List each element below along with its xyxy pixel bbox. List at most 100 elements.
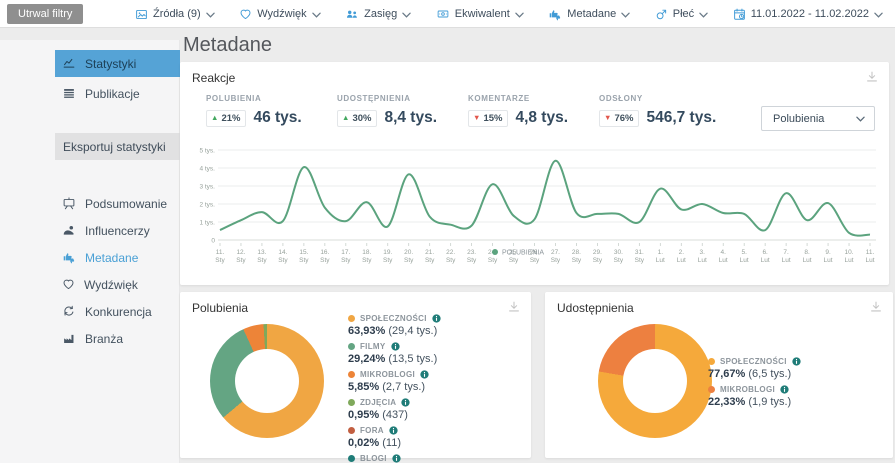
- info-icon[interactable]: [432, 314, 441, 323]
- info-icon[interactable]: [401, 398, 410, 407]
- legend-label: SPOŁECZNOŚCI: [720, 357, 787, 366]
- legend-item: SPOŁECZNOŚCI 77,67% (6,5 tys.): [708, 356, 801, 380]
- image-icon: [135, 8, 148, 21]
- svg-text:19.: 19.: [383, 249, 392, 256]
- filter-zrodla[interactable]: Źródła (9): [135, 8, 215, 21]
- filter-wydzwiek[interactable]: Wydźwięk: [239, 8, 320, 21]
- filter-daterange[interactable]: 11.01.2022 - 11.02.2022: [733, 8, 883, 21]
- metric-udostępnienia: UDOSTĘPNIENIA ▲ 30% 8,4 tys.: [337, 94, 468, 127]
- metric-value-row: ▼ 76% 546,7 tys.: [599, 109, 730, 127]
- legend-value: 63,93% (29,4 tys.): [348, 325, 441, 337]
- legend-percent: 77,67%: [708, 368, 745, 380]
- legend-color-dot: [708, 358, 715, 365]
- legend-percent: 29,24%: [348, 353, 385, 365]
- sidebar-item-influencerzy[interactable]: Influencerzy: [55, 217, 180, 244]
- sidebar-item-label: Influencerzy: [85, 224, 150, 238]
- svg-text:4.: 4.: [721, 249, 727, 256]
- filter-plec[interactable]: Płeć: [655, 8, 708, 21]
- svg-text:Lut: Lut: [656, 257, 665, 264]
- chevron-down-icon: [699, 12, 708, 18]
- svg-text:20.: 20.: [404, 249, 413, 256]
- legend-value: 29,24% (13,5 tys.): [348, 353, 441, 365]
- svg-text:7.: 7.: [783, 249, 789, 256]
- donut-hole: [235, 349, 299, 413]
- info-icon[interactable]: [389, 426, 398, 435]
- info-icon[interactable]: [392, 454, 401, 463]
- svg-text:27.: 27.: [551, 249, 560, 256]
- sidebar-item-konkurencja[interactable]: Konkurencja: [55, 298, 180, 325]
- chevron-down-icon: [312, 12, 321, 18]
- calendar-icon: [733, 8, 746, 21]
- legend-label: SPOŁECZNOŚCI: [360, 314, 427, 323]
- filter-label: Wydźwięk: [257, 8, 306, 20]
- sidebar-item-label: Wydźwięk: [84, 278, 138, 292]
- svg-text:Sty: Sty: [551, 257, 561, 264]
- svg-text:Sty: Sty: [383, 257, 393, 264]
- svg-text:Sty: Sty: [320, 257, 330, 264]
- shares-card: Udostępnienia SPOŁECZNOŚCI 77,67% (6,5 t…: [545, 292, 893, 458]
- metric-value-row: ▼ 15% 4,8 tys.: [468, 109, 599, 127]
- legend-label: BLOGI: [360, 454, 387, 463]
- svg-text:Sty: Sty: [215, 257, 225, 264]
- svg-text:3.: 3.: [700, 249, 706, 256]
- filter-ekwiwalent[interactable]: Ekwiwalent: [436, 8, 524, 20]
- download-icon[interactable]: [507, 300, 521, 314]
- metric-change-badge: ▲ 21%: [206, 110, 246, 127]
- legend-value: 0,02% (11): [348, 437, 441, 449]
- sidebar-item-branza[interactable]: Branża: [55, 325, 180, 352]
- legend-color-dot: [348, 371, 355, 378]
- sidebar-item-metadane[interactable]: Metadane: [55, 244, 180, 271]
- sidebar-item-label: Konkurencja: [85, 305, 152, 319]
- sidebar-item-podsumowanie[interactable]: Podsumowanie: [55, 190, 180, 217]
- info-icon[interactable]: [792, 357, 801, 366]
- sidebar-item-publikacje[interactable]: Publikacje: [55, 80, 180, 107]
- series-select[interactable]: Polubienia: [761, 106, 875, 131]
- legend-count: (437): [382, 409, 408, 421]
- legend-color-dot: [348, 455, 355, 462]
- export-statistics-button[interactable]: Eksportuj statystyki: [55, 133, 180, 160]
- svg-text:Sty: Sty: [509, 257, 519, 264]
- metric-change: 76%: [614, 113, 633, 124]
- reactions-line-chart: 01 tys.2 tys.3 tys.4 tys.5 tys.11.Sty12.…: [190, 140, 882, 280]
- filter-metadane[interactable]: Metadane: [548, 8, 630, 21]
- svg-text:5 tys.: 5 tys.: [199, 148, 215, 155]
- pin-filters-button[interactable]: Utrwal filtry: [7, 4, 83, 24]
- svg-text:13.: 13.: [257, 249, 266, 256]
- info-icon[interactable]: [780, 385, 789, 394]
- legend-item: MIKROBLOGI 22,33% (1,9 tys.): [708, 384, 801, 408]
- download-icon[interactable]: [869, 300, 883, 314]
- sidebar-item-wydzwiek[interactable]: Wydźwięk: [55, 271, 180, 298]
- svg-text:29.: 29.: [593, 249, 602, 256]
- legend-label: FILMY: [360, 342, 386, 351]
- legend-color-dot: [348, 315, 355, 322]
- info-icon[interactable]: [391, 342, 400, 351]
- sidebar-item-statystyki[interactable]: Statystyki: [55, 50, 180, 77]
- legend-label: MIKROBLOGI: [720, 385, 775, 394]
- svg-text:11.: 11.: [216, 249, 225, 256]
- svg-text:Sty: Sty: [341, 257, 351, 264]
- svg-text:15.: 15.: [299, 249, 308, 256]
- legend-item: FILMY 29,24% (13,5 tys.): [348, 341, 441, 365]
- svg-text:16.: 16.: [320, 249, 329, 256]
- svg-text:1 tys.: 1 tys.: [199, 220, 215, 227]
- filter-zasieg[interactable]: Zasięg: [345, 8, 411, 21]
- svg-text:30.: 30.: [614, 249, 623, 256]
- legend-percent: 0,02%: [348, 437, 379, 449]
- metric-change-badge: ▼ 15%: [468, 110, 508, 127]
- filter-label: Źródła (9): [153, 8, 201, 20]
- info-icon[interactable]: [420, 370, 429, 379]
- metric-value-row: ▲ 30% 8,4 tys.: [337, 109, 468, 127]
- svg-text:POLUBIENIA: POLUBIENIA: [502, 250, 544, 257]
- legend-value: 22,33% (1,9 tys.): [708, 396, 801, 408]
- filter-label: 11.01.2022 - 11.02.2022: [751, 8, 869, 20]
- svg-text:11.: 11.: [866, 249, 875, 256]
- legend-label: MIKROBLOGI: [360, 370, 415, 379]
- metric-label: KOMENTARZE: [468, 94, 599, 103]
- list-icon: [62, 87, 76, 100]
- legend-percent: 5,85%: [348, 381, 379, 393]
- top-filter-bar: Utrwal filtry Źródła (9) Wydźwięk Zasięg Ek…: [0, 0, 895, 28]
- download-icon[interactable]: [865, 70, 879, 84]
- likes-card-title: Polubienia: [192, 301, 248, 315]
- heart-icon: [62, 278, 75, 291]
- refresh-icon: [62, 305, 76, 318]
